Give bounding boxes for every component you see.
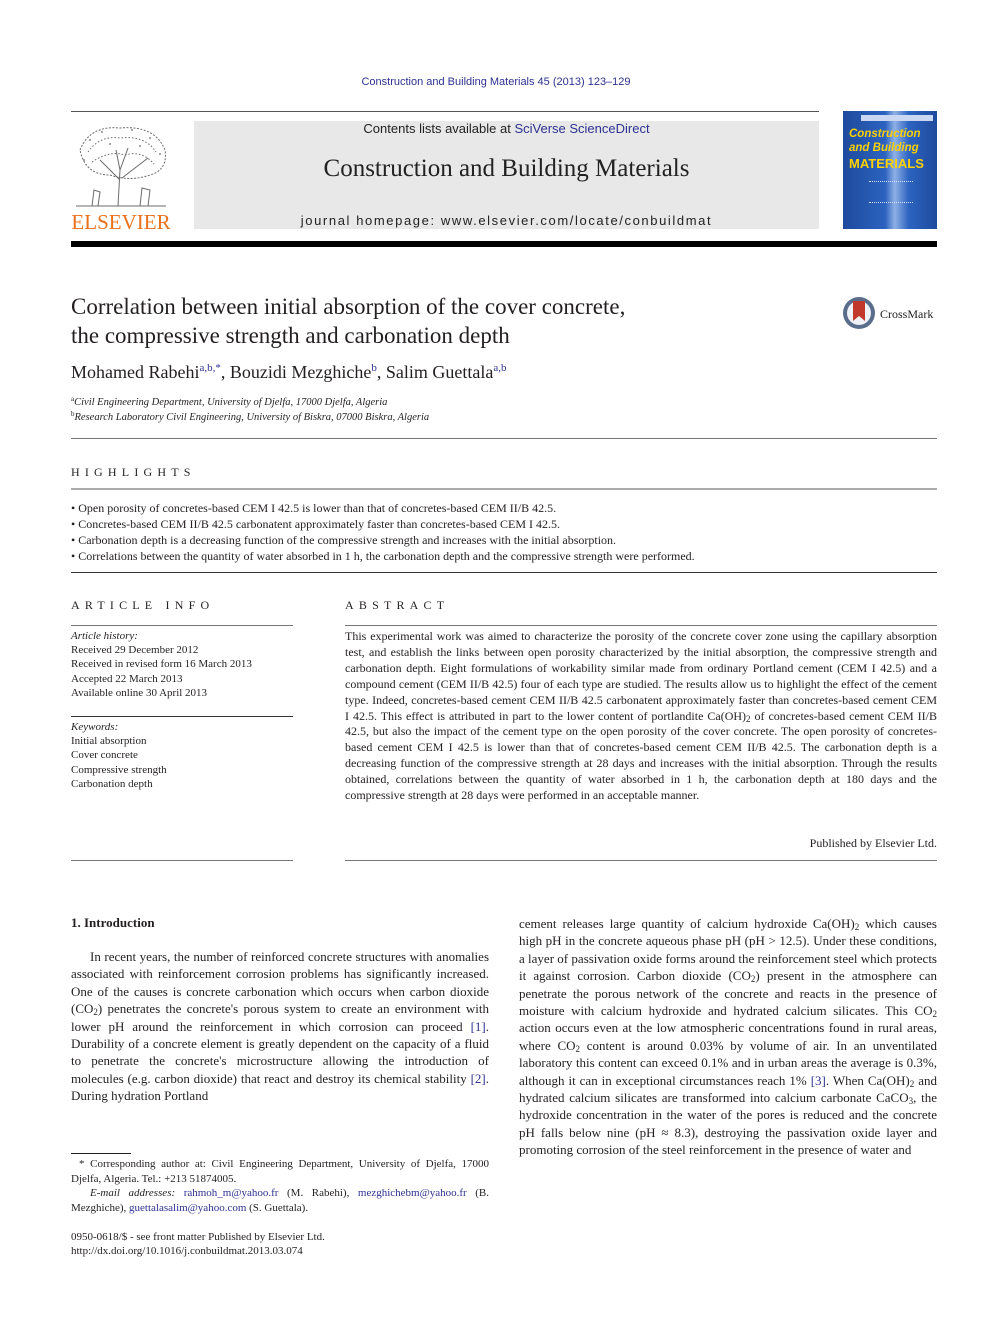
abstract-text: This experimental work was aimed to char… [345,629,937,803]
author-affiliation-link[interactable]: a,b [493,362,506,374]
author-name[interactable]: Salim Guettala [386,362,493,382]
header-rule [71,111,819,112]
highlights-rule [71,488,937,490]
footnote-rule [71,1153,131,1154]
affiliation-b: bResearch Laboratory Civil Engineering, … [71,410,430,423]
affiliation-a: aCivil Engineering Department, Universit… [71,395,388,408]
cover-materials: MATERIALS [849,156,924,171]
intro-paragraph-left: In recent years, the number of reinforce… [71,949,489,1104]
highlights-heading: HIGHLIGHTS [71,465,196,479]
article-info-bottom-rule [71,860,293,861]
abstract-rule [345,625,937,626]
keyword-item: Carbonation depth [71,777,153,790]
highlight-item: • Correlations between the quantity of w… [71,549,695,563]
doi-link[interactable]: http://dx.doi.org/10.1016/j.conbuildmat.… [71,1244,303,1259]
keyword-item: Cover concrete [71,749,138,762]
cover-title: Construction and Building [849,128,921,154]
tree-icon [76,127,166,207]
citation-link[interactable]: [3] [811,1073,826,1088]
citation-link[interactable]: [1] [471,1019,486,1034]
email-link[interactable]: mezghichebm@yahoo.fr [358,1187,467,1199]
crossmark-icon [843,297,875,329]
history-item: Available online 30 April 2013 [71,686,208,699]
keywords: Keywords: Initial absorption Cover concr… [71,721,167,790]
section-heading-introduction: 1. Introduction [71,915,155,930]
highlights-list: • Open porosity of concretes-based CEM I… [71,500,695,564]
keyword-item: Compressive strength [71,763,167,776]
cover-bar [861,115,933,121]
journal-banner: Contents lists available at SciVerse Sci… [194,121,819,229]
author-name[interactable]: Mohamed Rabehi [71,362,199,382]
author-name[interactable]: Bouzidi Mezghiche [230,362,371,382]
crossmark-button[interactable]: CrossMark [843,297,943,333]
corresponding-author-note: * Corresponding author at: Civil Enginee… [71,1158,489,1185]
highlights-bottom-rule [71,572,937,573]
keywords-rule [71,716,293,717]
journal-reference[interactable]: Construction and Building Materials 45 (… [0,76,992,88]
author-affiliation-link[interactable]: a,b,* [199,362,220,374]
email-addresses: E-mail addresses: rahmoh_m@yahoo.fr (M. … [71,1187,489,1214]
crossmark-label: CrossMark [880,307,934,321]
journal-cover-image[interactable]: Construction and Building MATERIALS [843,111,937,229]
abstract-bottom-rule [345,860,937,861]
abstract-heading: ABSTRACT [345,598,450,612]
published-by: Published by Elsevier Ltd. [809,836,937,850]
issn-line: 0950-0618/$ - see front matter Published… [71,1231,325,1243]
article-info-heading: ARTICLE INFO [71,598,215,612]
history-item: Received in revised form 16 March 2013 [71,658,252,671]
journal-reference-link[interactable]: Construction and Building Materials 45 (… [361,76,630,88]
cover-subtitle [869,181,913,203]
header-thick-rule [71,241,937,247]
history-item: Accepted 22 March 2013 [71,672,183,685]
elsevier-logo[interactable]: ELSEVIER [70,120,172,234]
elsevier-wordmark: ELSEVIER [71,210,171,234]
sciencedirect-link[interactable]: SciVerse ScienceDirect [514,121,649,136]
article-history: Article history: Received 29 December 20… [71,630,252,699]
highlight-item: • Carbonation depth is a decreasing func… [71,533,617,547]
email-link[interactable]: guettalasalim@yahoo.com [129,1202,246,1214]
journal-homepage[interactable]: journal homepage: www.elsevier.com/locat… [194,213,819,228]
divider [71,438,937,439]
highlight-item: • Open porosity of concretes-based CEM I… [71,501,557,515]
keyword-item: Initial absorption [71,735,147,748]
intro-paragraph-right: cement releases large quantity of calciu… [519,916,937,1158]
history-item: Received 29 December 2012 [71,644,199,657]
article-info-rule [71,625,293,626]
email-link[interactable]: rahmoh_m@yahoo.fr [184,1187,279,1199]
author-list: Mohamed Rabehia,b,*, Bouzidi Mezghicheb,… [71,362,507,382]
journal-title: Construction and Building Materials [323,155,690,182]
contents-line: Contents lists available at SciVerse Sci… [363,121,650,136]
citation-link[interactable]: [2] [471,1071,486,1086]
highlight-item: • Concretes-based CEM II/B 42.5 carbonat… [71,517,561,531]
article-title: Correlation between initial absorption o… [71,294,626,348]
